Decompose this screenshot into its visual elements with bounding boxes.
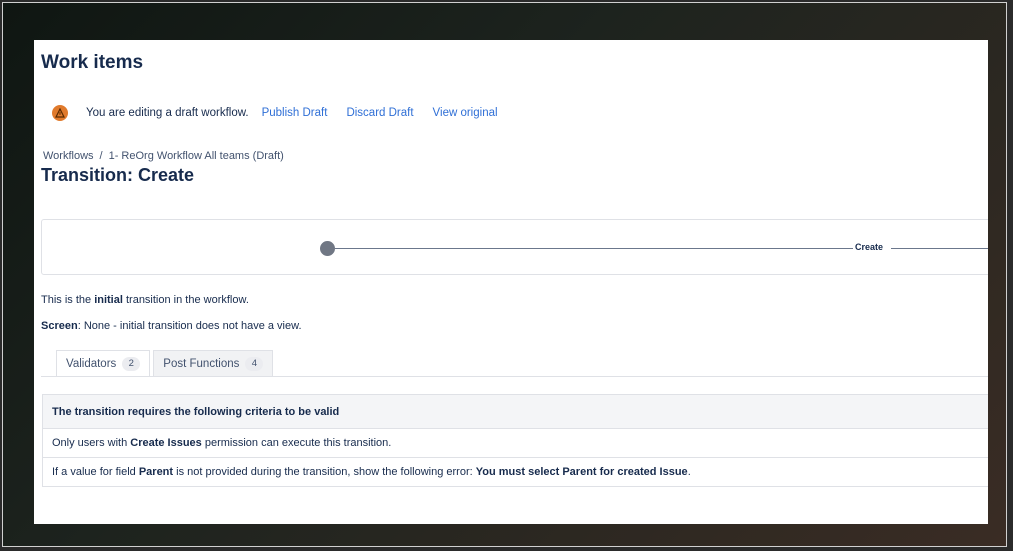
initial-transition-info: This is the initial transition in the wo… xyxy=(41,294,249,306)
count-badge: 4 xyxy=(245,356,264,371)
info-text: transition in the workflow. xyxy=(122,294,249,306)
warning-icon xyxy=(52,105,68,121)
breadcrumb: Workflows / 1- ReOrg Workflow All teams … xyxy=(43,150,284,162)
screen-value: : None - initial transition does not hav… xyxy=(77,320,302,332)
row-text: Only users with xyxy=(52,437,131,449)
tab-label: Validators xyxy=(66,357,117,370)
row-text: permission can execute this transition. xyxy=(201,437,392,449)
initial-node xyxy=(320,241,335,256)
row-text: If a value for field xyxy=(52,466,139,478)
tab-label: Post Functions xyxy=(163,357,240,370)
info-text: This is the xyxy=(41,294,95,306)
transition-line-right xyxy=(891,248,988,249)
breadcrumb-item-workflow[interactable]: 1- ReOrg Workflow All teams (Draft) xyxy=(109,150,284,162)
page-title: Work items xyxy=(41,52,144,73)
criteria-header: The transition requires the following cr… xyxy=(43,395,988,429)
draft-notice-bar: You are editing a draft workflow. Publis… xyxy=(52,103,517,123)
transition-diagram: Create xyxy=(41,219,988,275)
breadcrumb-item-workflows[interactable]: Workflows xyxy=(43,150,94,162)
validators-table: The transition requires the following cr… xyxy=(42,394,988,487)
tab-validators[interactable]: Validators 2 xyxy=(56,350,151,377)
draft-message: You are editing a draft workflow. xyxy=(86,107,249,119)
tab-post-functions[interactable]: Post Functions 4 xyxy=(153,350,274,377)
row-bold: Create Issues xyxy=(130,437,202,449)
screen-info: Screen: None - initial transition does n… xyxy=(41,320,302,332)
row-text: is not provided during the transition, s… xyxy=(173,466,476,478)
criteria-row: Only users with Create Issues permission… xyxy=(43,429,988,458)
publish-draft-link[interactable]: Publish Draft xyxy=(262,107,328,119)
view-original-link[interactable]: View original xyxy=(433,107,498,119)
transition-title: Transition: Create xyxy=(41,165,195,185)
row-bold: You must select Parent for created Issue xyxy=(475,466,688,478)
tabs-divider xyxy=(41,376,988,377)
breadcrumb-separator: / xyxy=(99,150,103,162)
discard-draft-link[interactable]: Discard Draft xyxy=(346,107,413,119)
workflow-panel: Work items You are editing a draft workf… xyxy=(34,40,988,524)
row-bold: Parent xyxy=(138,466,174,478)
screen-label: Screen xyxy=(41,320,78,332)
transition-line-left xyxy=(335,248,853,249)
info-bold: initial xyxy=(94,294,123,306)
count-badge: 2 xyxy=(122,356,141,371)
row-text: . xyxy=(687,466,691,478)
transition-diagram-label: Create xyxy=(855,242,884,252)
screenshot-frame: Work items You are editing a draft workf… xyxy=(2,2,1007,547)
transition-tabs: Validators 2 Post Functions 4 xyxy=(56,350,274,377)
criteria-row: If a value for field Parent is not provi… xyxy=(43,458,988,486)
